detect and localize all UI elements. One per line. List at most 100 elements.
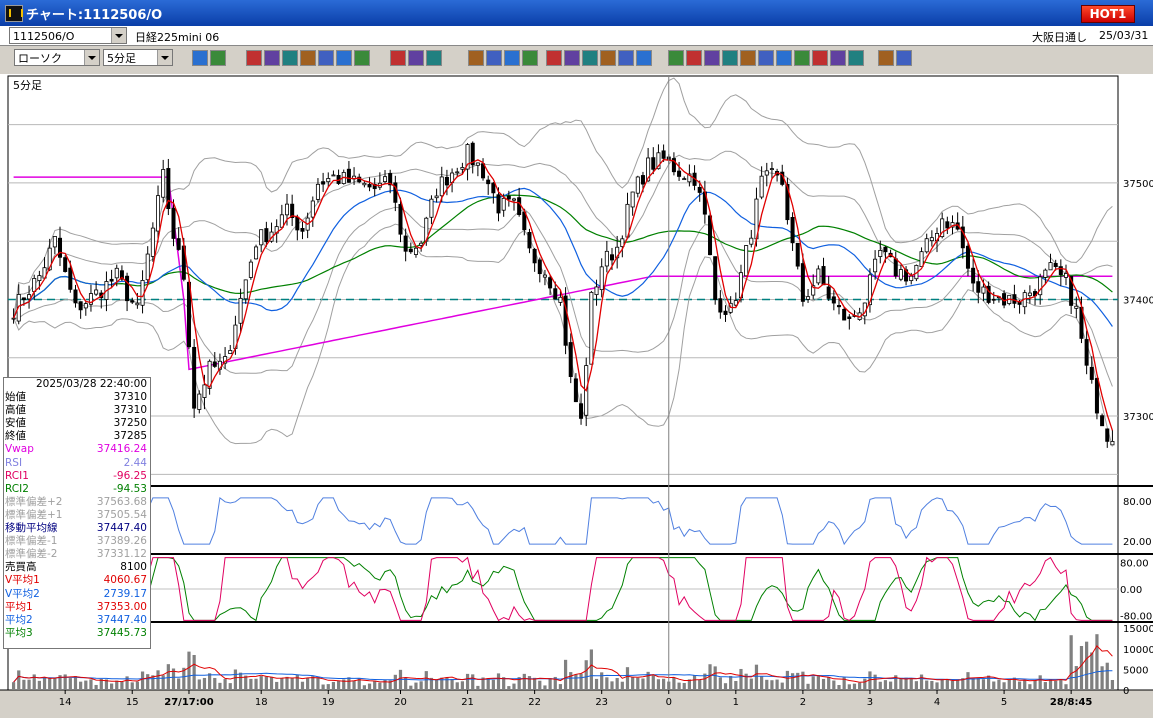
- toolbar-tool-icon[interactable]: [668, 50, 684, 66]
- data-label: V平均2: [5, 587, 40, 600]
- candle-body: [248, 261, 253, 278]
- toolbar-tool-icon[interactable]: [686, 50, 702, 66]
- toolbar-tool-icon[interactable]: [896, 50, 912, 66]
- toolbar-tool-icon[interactable]: [408, 50, 424, 66]
- data-value: 37416.24: [96, 443, 147, 456]
- toolbar-tool-icon[interactable]: [564, 50, 580, 66]
- volume-bar: [419, 681, 423, 690]
- data-label: Vwap: [5, 443, 34, 456]
- candle-body: [878, 249, 883, 257]
- volume-bar: [450, 678, 454, 690]
- toolbar-tool-icon[interactable]: [210, 50, 226, 66]
- toolbar-tool-icon[interactable]: [740, 50, 756, 66]
- chart-svg[interactable]: 37300 37400 37500 20.00 80.00 -80.00 0.00 80.00…: [0, 74, 1153, 715]
- volume-bar: [378, 682, 382, 690]
- candle-body: [842, 308, 847, 321]
- toolbar-tool-icon[interactable]: [848, 50, 864, 66]
- candle-body: [11, 317, 16, 320]
- data-label: 平均2: [5, 613, 33, 626]
- data-label: 終値: [5, 430, 26, 443]
- toolbar-tool-icon[interactable]: [468, 50, 484, 66]
- volume-bar: [971, 677, 975, 690]
- volume-bar: [605, 677, 609, 690]
- candle-body: [517, 197, 522, 215]
- volume-bar: [899, 677, 903, 690]
- chart-type-select[interactable]: ローソク: [14, 49, 100, 66]
- toolbar-tool-icon[interactable]: [758, 50, 774, 66]
- toolbar-tool-icon[interactable]: [192, 50, 208, 66]
- toolbar-tool-icon[interactable]: [704, 50, 720, 66]
- volume-bar: [713, 666, 717, 690]
- candle-body: [63, 257, 68, 272]
- toolbar-tool-icon[interactable]: [426, 50, 442, 66]
- chevron-down-icon[interactable]: [111, 28, 126, 43]
- toolbar-tool-icon[interactable]: [282, 50, 298, 66]
- chart-area[interactable]: 37300 37400 37500 20.00 80.00 -80.00 0.00 80.00…: [0, 74, 1153, 715]
- toolbar-tool-icon[interactable]: [794, 50, 810, 66]
- data-value: 37447.40: [96, 613, 147, 626]
- toolbar-tool-icon[interactable]: [486, 50, 502, 66]
- candle-body: [455, 171, 460, 174]
- volume-bar: [336, 680, 341, 690]
- volume-bar: [244, 675, 248, 690]
- volume-bar: [120, 681, 124, 690]
- volume-bar: [202, 677, 207, 690]
- volume-bar: [362, 685, 366, 690]
- candle-body: [243, 279, 248, 300]
- toolbar-tool-icon[interactable]: [390, 50, 406, 66]
- volume-bar: [615, 678, 619, 690]
- candle-body: [898, 269, 903, 280]
- toolbar-tool-icon[interactable]: [354, 50, 370, 66]
- candle-body: [532, 248, 537, 264]
- toolbar-tool-icon[interactable]: [582, 50, 598, 66]
- candle-body: [604, 250, 609, 267]
- toolbar-tool-icon[interactable]: [546, 50, 562, 66]
- toolbar-tool-icon[interactable]: [830, 50, 846, 66]
- candle-body: [697, 186, 702, 193]
- candle-body: [212, 361, 217, 367]
- hot-button[interactable]: HOT1: [1081, 5, 1135, 23]
- toolbar-tool-icon[interactable]: [722, 50, 738, 66]
- volume-bar: [847, 684, 851, 690]
- candle-body: [21, 297, 26, 301]
- volume-bar: [84, 680, 88, 690]
- toolbar-tool-icon[interactable]: [878, 50, 894, 66]
- volume-bar: [569, 672, 573, 690]
- candle-body: [398, 203, 403, 235]
- candle-body: [496, 194, 501, 214]
- volume-bar: [115, 680, 119, 690]
- rsi-tick-label: 20.00: [1123, 537, 1152, 548]
- candle-body: [579, 403, 584, 419]
- volume-bar: [760, 676, 764, 690]
- toolbar-tool-icon[interactable]: [246, 50, 262, 66]
- volume-bar: [832, 680, 836, 690]
- toolbar-tool-icon[interactable]: [336, 50, 352, 66]
- toolbar-tool-icon[interactable]: [812, 50, 828, 66]
- toolbar-tool-icon[interactable]: [522, 50, 538, 66]
- toolbar-tool-icon[interactable]: [636, 50, 652, 66]
- volume-bar: [997, 679, 1001, 690]
- toolbar-tool-icon[interactable]: [618, 50, 634, 66]
- candle-body: [965, 245, 970, 269]
- candle-body: [408, 248, 413, 253]
- chevron-down-icon[interactable]: [84, 50, 99, 65]
- candle-body: [893, 258, 898, 277]
- data-label: 標準偏差+2: [5, 495, 63, 508]
- volume-bar: [331, 681, 336, 690]
- volume-bar: [285, 676, 289, 690]
- toolbar-tool-icon[interactable]: [300, 50, 316, 66]
- volume-bar: [538, 680, 542, 690]
- toolbar-tool-icon[interactable]: [264, 50, 280, 66]
- toolbar-tool-icon[interactable]: [776, 50, 792, 66]
- symbol-select[interactable]: 1112506/O: [9, 27, 127, 44]
- volume-bar: [1038, 675, 1042, 690]
- volume-bar: [909, 679, 913, 690]
- interval-select[interactable]: 5分足: [103, 49, 173, 66]
- candle-body: [800, 263, 805, 302]
- candle-body: [321, 181, 326, 185]
- toolbar-tool-icon[interactable]: [504, 50, 520, 66]
- volume-bar: [749, 678, 753, 690]
- chevron-down-icon[interactable]: [157, 50, 172, 65]
- toolbar-tool-icon[interactable]: [600, 50, 616, 66]
- toolbar-tool-icon[interactable]: [318, 50, 334, 66]
